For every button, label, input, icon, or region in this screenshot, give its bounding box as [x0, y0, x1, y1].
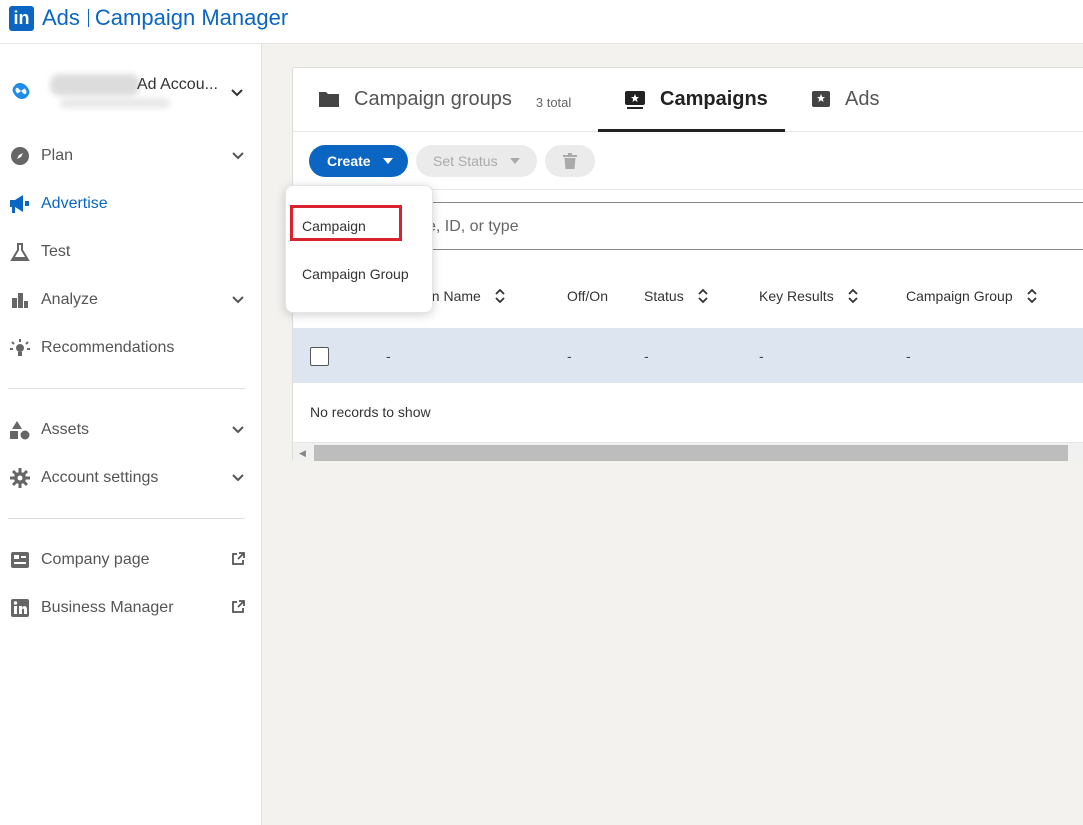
set-status-button[interactable]: Set Status [416, 145, 537, 177]
sidebar-item-test[interactable]: Test [8, 234, 253, 270]
sidebar-item-account-settings[interactable]: Account settings [8, 460, 253, 496]
tab-campaign-groups[interactable]: Campaign groups 3 total [318, 88, 571, 132]
row-checkbox[interactable] [310, 347, 329, 366]
highlight-box [290, 205, 402, 241]
cell-campaign-group: - [906, 348, 911, 364]
tab-label: Campaigns [660, 88, 768, 110]
sidebar-item-business-manager[interactable]: Business Manager [8, 590, 253, 626]
title-separator [87, 9, 89, 27]
sidebar-item-company-page[interactable]: Company page [8, 542, 253, 578]
toolbar: Create Set Status [293, 132, 1083, 190]
column-label: Off/On [567, 288, 608, 304]
caret-down-icon [509, 158, 520, 164]
compass-icon [8, 144, 32, 168]
caret-down-icon [382, 158, 393, 164]
sidebar-item-analyze[interactable]: Analyze [8, 282, 253, 318]
tab-ads[interactable]: Ads [811, 88, 879, 132]
search-placeholder: e, ID, or type [427, 218, 519, 235]
product-name: Ads [42, 5, 80, 30]
linkedin-logo[interactable]: in [9, 6, 34, 31]
sidebar-item-label: Analyze [41, 291, 98, 308]
sidebar-item-label: Advertise [41, 195, 108, 212]
account-name-redacted [50, 74, 140, 96]
folder-icon [319, 92, 339, 107]
chevron-down-icon [232, 474, 244, 482]
sidebar-item-label: Company page [41, 551, 150, 568]
ad-icon [812, 91, 830, 107]
tab-campaigns[interactable]: Campaigns [624, 88, 768, 132]
menu-item-campaign-group[interactable]: Campaign Group [302, 266, 409, 282]
gear-icon [8, 466, 32, 490]
tab-label: Campaign groups [354, 88, 512, 110]
create-button-label: Create [327, 153, 371, 169]
account-id-redacted [60, 98, 170, 108]
chevron-down-icon [231, 89, 243, 97]
app-title[interactable]: Ads Campaign Manager [42, 5, 288, 31]
megaphone-icon [8, 192, 32, 216]
tab-label: Ads [845, 88, 880, 110]
cell-off-on: - [567, 348, 572, 364]
trash-icon [563, 153, 577, 169]
sidebar-item-label: Plan [41, 147, 74, 164]
chevron-down-icon [232, 152, 244, 160]
set-status-label: Set Status [433, 153, 498, 169]
sidebar-item-label: Recommendations [41, 339, 175, 356]
flask-icon [8, 240, 32, 264]
lightbulb-icon [8, 336, 32, 360]
scroll-left-icon[interactable]: ◀ [299, 448, 306, 459]
sidebar-item-label: Assets [41, 421, 90, 438]
sidebar-divider [8, 518, 245, 519]
app-name: Campaign Manager [94, 5, 289, 30]
sidebar: Ad Accou... Plan Advertise Test Analyze … [0, 44, 262, 825]
sort-icon [848, 289, 858, 303]
shapes-icon [8, 418, 32, 442]
sort-icon [1026, 289, 1037, 303]
external-link-icon [232, 600, 245, 613]
column-header-key-results[interactable]: Key Results [759, 288, 858, 304]
column-header-campaign-group[interactable]: Campaign Group [906, 288, 1037, 304]
linkedin-icon [8, 596, 32, 620]
company-page-icon [8, 548, 32, 572]
sidebar-divider [8, 388, 245, 389]
cell-status: - [644, 348, 649, 364]
sidebar-item-plan[interactable]: Plan [8, 138, 253, 174]
campaign-groups-count: 3 total [535, 95, 572, 110]
horizontal-scrollbar[interactable]: ◀ [293, 442, 1083, 462]
column-label: Campaign Group [906, 288, 1013, 304]
account-label: Ad Accou... [137, 76, 218, 93]
table-row: - - - - - [293, 328, 1083, 383]
bar-chart-icon [8, 288, 32, 312]
chevron-down-icon [232, 426, 244, 434]
sort-icon [698, 289, 708, 303]
sidebar-item-label: Business Manager [41, 599, 174, 616]
chevron-down-icon [232, 296, 244, 304]
account-selector[interactable]: Ad Accou... [8, 74, 253, 108]
top-bar: in Ads Campaign Manager [0, 0, 1083, 44]
sidebar-item-recommendations[interactable]: Recommendations [8, 330, 253, 366]
scrollbar-thumb[interactable] [314, 445, 1068, 461]
column-label: Key Results [759, 288, 834, 304]
tab-bar: Campaign groups 3 total Campaigns Ads [293, 68, 1083, 132]
create-button[interactable]: Create [309, 145, 408, 177]
sort-icon [495, 289, 505, 303]
sidebar-item-advertise[interactable]: Advertise [8, 186, 253, 222]
column-header-status[interactable]: Status [644, 288, 708, 304]
column-header-off-on[interactable]: Off/On [567, 288, 608, 304]
campaign-icon [625, 91, 645, 109]
sidebar-item-label: Test [41, 243, 71, 260]
empty-table-message: No records to show [310, 404, 431, 420]
cell-campaign-name: - [386, 348, 391, 364]
sidebar-item-label: Account settings [41, 469, 159, 486]
column-label: Status [644, 288, 684, 304]
column-header-campaign-name[interactable]: gn Name [424, 288, 505, 304]
external-link-icon [232, 552, 245, 565]
delete-button[interactable] [545, 145, 595, 177]
account-logo-icon [12, 82, 30, 100]
cell-key-results: - [759, 348, 764, 364]
sidebar-item-assets[interactable]: Assets [8, 412, 253, 448]
